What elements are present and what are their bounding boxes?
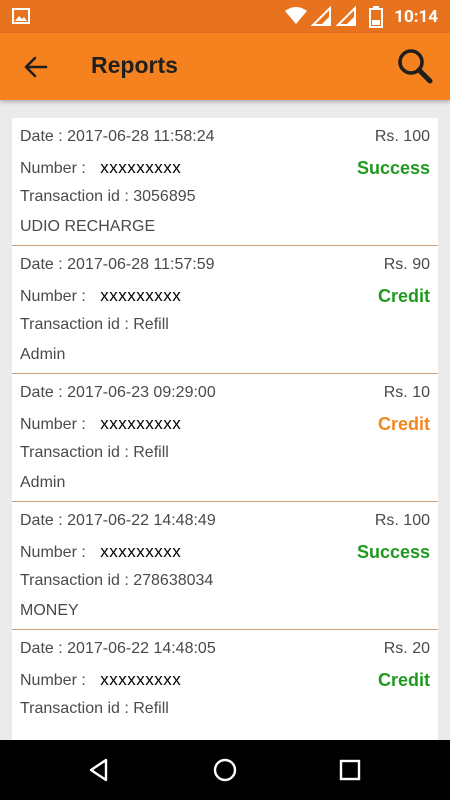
report-description: MONEY — [20, 602, 79, 619]
report-number: Number : xxxxxxxxx — [20, 542, 182, 561]
report-number: Number : xxxxxxxxx — [20, 414, 182, 433]
app-bar: Reports — [0, 33, 450, 100]
home-circle-icon[interactable] — [212, 757, 238, 783]
report-transaction-id: Transaction id : 3056895 — [20, 188, 196, 205]
search-icon[interactable] — [396, 47, 434, 85]
status-bar: 10:14 — [0, 0, 450, 33]
signal-icon — [311, 6, 331, 26]
report-status: Credit — [377, 414, 430, 434]
recents-square-icon[interactable] — [337, 757, 363, 783]
report-transaction-id: Transaction id : Refill — [20, 316, 169, 333]
report-date: Date : 2017-06-28 11:57:59 — [20, 256, 215, 273]
report-transaction-id: Transaction id : Refill — [20, 700, 169, 717]
report-description: UDIO RECHARGE — [20, 218, 156, 235]
report-transaction-id: Transaction id : Refill — [20, 444, 169, 461]
report-row[interactable]: Date : 2017-06-28 11:58:24 Rs. 100 Numbe… — [12, 118, 438, 246]
report-number: Number : xxxxxxxxx — [20, 158, 182, 177]
report-amount: Rs. 90 — [383, 256, 430, 273]
report-description: Admin — [20, 474, 66, 491]
report-status: Success — [356, 542, 430, 562]
report-transaction-id: Transaction id : 278638034 — [20, 572, 214, 589]
report-amount: Rs. 20 — [383, 640, 430, 657]
report-amount: Rs. 100 — [374, 512, 430, 529]
report-date: Date : 2017-06-28 11:58:24 — [20, 128, 215, 145]
report-row[interactable]: Date : 2017-06-22 14:48:05 Rs. 20 Number… — [12, 630, 438, 740]
page-title: Reports — [91, 52, 178, 78]
report-row[interactable]: Date : 2017-06-22 14:48:49 Rs. 100 Numbe… — [12, 502, 438, 630]
report-number: Number : xxxxxxxxx — [20, 670, 182, 689]
navigation-bar — [0, 740, 450, 800]
image-notification-icon — [12, 8, 30, 24]
wifi-icon — [285, 7, 307, 24]
report-date: Date : 2017-06-22 14:48:49 — [20, 512, 216, 529]
report-number: Number : xxxxxxxxx — [20, 286, 182, 305]
report-row[interactable]: Date : 2017-06-23 09:29:00 Rs. 10 Number… — [12, 374, 438, 502]
report-amount: Rs. 100 — [374, 128, 430, 145]
report-description: Admin — [20, 346, 66, 363]
back-triangle-icon[interactable] — [86, 757, 112, 783]
battery-icon — [369, 6, 383, 28]
report-date: Date : 2017-06-22 14:48:05 — [20, 640, 216, 657]
report-status: Credit — [377, 670, 430, 690]
signal-icon-2 — [336, 6, 356, 26]
report-row[interactable]: Date : 2017-06-28 11:57:59 Rs. 90 Number… — [12, 246, 438, 374]
report-amount: Rs. 10 — [383, 384, 430, 401]
reports-list[interactable]: Date : 2017-06-28 11:58:24 Rs. 100 Numbe… — [12, 118, 438, 740]
back-arrow-icon[interactable] — [22, 53, 50, 81]
report-status: Credit — [377, 286, 430, 306]
report-status: Success — [356, 158, 430, 178]
clock: 10:14 — [394, 7, 438, 27]
report-date: Date : 2017-06-23 09:29:00 — [20, 384, 216, 401]
